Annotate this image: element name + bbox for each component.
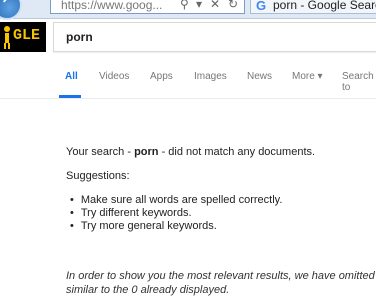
search-query: porn [66, 30, 93, 44]
message-prefix: Your search - [66, 146, 135, 158]
suggestions-list: Make sure all words are spelled correctl… [70, 194, 283, 233]
list-item: Try different keywords. [70, 207, 282, 220]
doodle-figure-icon [4, 26, 10, 49]
tab-news[interactable]: News [247, 71, 272, 82]
tab-search-tools[interactable]: Search to [342, 71, 376, 93]
tab-images[interactable]: Images [194, 71, 227, 82]
browser-tab[interactable]: G porn - Google Search [250, 0, 376, 14]
close-icon[interactable]: ✕ [210, 0, 220, 11]
omitted-results-note-cont: similar to the 0 already displayed. [66, 284, 230, 296]
list-item: Make sure all words are spelled correctl… [70, 194, 283, 207]
search-icon[interactable]: ⚲ [180, 0, 189, 11]
logo-text: GLE [13, 27, 41, 44]
message-query: porn [134, 146, 159, 158]
suggestions-heading: Suggestions: [66, 170, 130, 182]
address-text: https://www.goog... [61, 0, 163, 12]
no-results-message: Your search - porn - did not match any d… [66, 146, 315, 158]
google-favicon-icon: G [256, 0, 267, 13]
tab-more[interactable]: More ▾ [292, 71, 323, 82]
search-input[interactable]: porn [53, 22, 376, 52]
back-arrow-icon: ➜ [0, 0, 9, 7]
tab-title: porn - Google Search [273, 0, 376, 12]
back-button[interactable]: ➜ [0, 0, 22, 20]
search-tabs: All Videos Apps Images News More ▾ Searc… [0, 62, 376, 99]
tab-apps[interactable]: Apps [150, 71, 173, 82]
google-logo[interactable]: GLE [0, 22, 46, 52]
browser-toolbar: ➜ https://www.goog... ⚲ ▾ ✕ ↻ G porn - G… [0, 0, 376, 20]
refresh-icon[interactable]: ↻ [228, 0, 238, 11]
tab-videos[interactable]: Videos [99, 71, 129, 82]
tab-all[interactable]: All [65, 71, 78, 82]
dropdown-icon[interactable]: ▾ [196, 0, 202, 11]
omitted-results-note: In order to show you the most relevant r… [66, 270, 375, 282]
list-item: Try more general keywords. [70, 220, 282, 233]
active-tab-indicator [59, 95, 81, 98]
message-suffix: - did not match any documents. [158, 146, 316, 158]
